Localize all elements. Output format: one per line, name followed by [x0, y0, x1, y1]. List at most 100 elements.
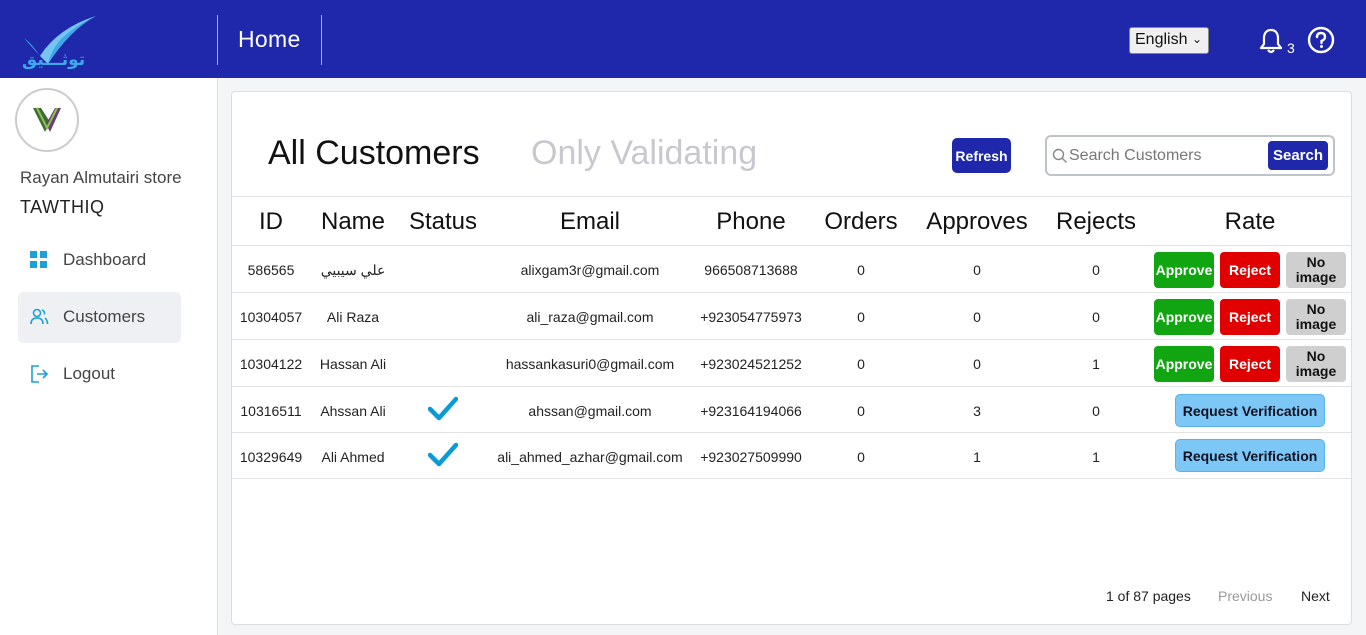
cell-name: Ahssan Ali — [320, 403, 386, 419]
cell-rejects: 0 — [1092, 309, 1100, 325]
reject-button[interactable]: Reject — [1220, 299, 1280, 335]
cell-name: Ali Ahmed — [321, 449, 385, 465]
store-brand: TAWTHIQ — [20, 197, 105, 217]
refresh-button[interactable]: Refresh — [952, 138, 1011, 173]
no-image-label-line2: image — [1295, 363, 1337, 379]
language-select[interactable]: English ⌄ — [1129, 27, 1209, 54]
cell-email: ali_ahmed_azhar@gmail.com — [497, 449, 683, 465]
cell-name: Ali Raza — [326, 309, 380, 325]
sidebar-item-dashboard[interactable]: Dashboard — [18, 235, 181, 286]
no-image-button[interactable]: No image — [1286, 346, 1346, 382]
bell-icon[interactable] — [1257, 27, 1285, 55]
logout-icon — [31, 365, 49, 383]
no-image-button[interactable]: No image — [1286, 252, 1346, 288]
cell-rejects: 0 — [1092, 403, 1100, 419]
cell-rejects: 1 — [1092, 449, 1100, 465]
cell-orders: 0 — [857, 403, 865, 419]
approve-button[interactable]: Approve — [1154, 299, 1214, 335]
cell-phone: 966508713688 — [704, 262, 798, 278]
tab-all-customers[interactable]: All Customers — [268, 134, 480, 173]
cell-id: 10304122 — [239, 356, 303, 372]
column-header-status: Status — [408, 208, 478, 235]
language-value: English — [1135, 31, 1188, 48]
approve-button[interactable]: Approve — [1154, 346, 1214, 382]
cell-approves: 3 — [973, 403, 981, 419]
cell-id: 10329649 — [239, 449, 303, 465]
cell-email: ahssan@gmail.com — [528, 403, 652, 419]
row-divider — [232, 478, 1351, 479]
dashboard-grid-icon — [30, 251, 47, 268]
column-header-id: ID — [259, 208, 283, 235]
cell-phone: +923027509990 — [700, 449, 802, 465]
verified-check-icon — [428, 442, 458, 467]
cell-approves: 0 — [973, 262, 981, 278]
sidebar-item-logout[interactable]: Logout — [18, 349, 181, 400]
previous-page-button[interactable]: Previous — [1218, 588, 1272, 604]
divider — [232, 196, 1351, 197]
search-icon — [1052, 148, 1067, 163]
sidebar-item-label: Customers — [63, 307, 146, 326]
no-image-label-line2: image — [1295, 316, 1337, 332]
sidebar-item-label: Dashboard — [63, 250, 147, 269]
no-image-label-line1: No — [1306, 301, 1326, 317]
store-avatar[interactable] — [15, 88, 79, 152]
column-header-approves: Approves — [926, 208, 1028, 235]
cell-orders: 0 — [857, 309, 865, 325]
cell-email: hassankasuri0@gmail.com — [505, 356, 675, 372]
cell-email: ali_raza@gmail.com — [526, 309, 654, 325]
cell-phone: +923024521252 — [700, 356, 802, 372]
search-button[interactable]: Search — [1268, 141, 1328, 170]
cell-id: 10316511 — [240, 403, 302, 419]
store-logo-icon — [33, 107, 61, 132]
cell-orders: 0 — [857, 262, 865, 278]
header-divider — [321, 15, 322, 65]
cell-orders: 0 — [857, 449, 865, 465]
cell-id: 10304057 — [239, 309, 303, 325]
notification-count: 3 — [1287, 40, 1295, 56]
no-image-button[interactable]: No image — [1286, 299, 1346, 335]
page-title: Home — [238, 26, 301, 52]
request-verification-button[interactable]: Request Verification — [1175, 439, 1325, 472]
no-image-label-line1: No — [1306, 254, 1326, 270]
customers-card: All Customers Only Validating Refresh Se… — [231, 91, 1352, 625]
cell-rejects: 0 — [1092, 262, 1100, 278]
next-page-button[interactable]: Next — [1301, 588, 1330, 604]
reject-button[interactable]: Reject — [1220, 346, 1280, 382]
search-input[interactable] — [1069, 138, 1264, 173]
logo-text: توثـــيق — [22, 50, 86, 70]
cell-orders: 0 — [857, 356, 865, 372]
cell-rejects: 1 — [1092, 356, 1100, 372]
column-header-phone: Phone — [716, 208, 786, 235]
row-divider — [232, 432, 1351, 433]
cell-approves: 0 — [973, 356, 981, 372]
cell-phone: +923054775973 — [700, 309, 802, 325]
verified-check-icon — [428, 396, 458, 421]
pagination-info: 1 of 87 pages — [1106, 588, 1191, 604]
cell-name: علي سيبيي — [320, 262, 386, 278]
sidebar: Rayan Almutairi store TAWTHIQ Dashboard … — [0, 78, 218, 635]
cell-approves: 0 — [973, 309, 981, 325]
column-header-name: Name — [320, 208, 386, 235]
help-icon[interactable] — [1307, 26, 1335, 54]
reject-button[interactable]: Reject — [1220, 252, 1280, 288]
header-divider — [217, 15, 218, 65]
cell-email: alixgam3r@gmail.com — [520, 262, 660, 278]
cell-phone: +923164194066 — [700, 403, 802, 419]
approve-button[interactable]: Approve — [1154, 252, 1214, 288]
tab-only-validating[interactable]: Only Validating — [531, 134, 757, 173]
column-header-rate: Rate — [1224, 208, 1276, 235]
cell-approves: 1 — [973, 449, 981, 465]
column-header-email: Email — [559, 208, 621, 235]
row-divider — [232, 339, 1351, 340]
sidebar-item-customers[interactable]: Customers — [18, 292, 181, 343]
no-image-label-line1: No — [1306, 348, 1326, 364]
cell-name: Hassan Ali — [319, 356, 387, 372]
users-icon — [30, 308, 49, 325]
row-divider — [232, 386, 1351, 387]
store-name: Rayan Almutairi store — [20, 168, 182, 187]
cell-id: 586565 — [247, 262, 295, 278]
top-bar: توثـــيق Home English ⌄ 3 — [0, 0, 1366, 78]
column-header-rejects: Rejects — [1055, 208, 1137, 235]
divider — [232, 245, 1351, 246]
request-verification-button[interactable]: Request Verification — [1175, 394, 1325, 427]
